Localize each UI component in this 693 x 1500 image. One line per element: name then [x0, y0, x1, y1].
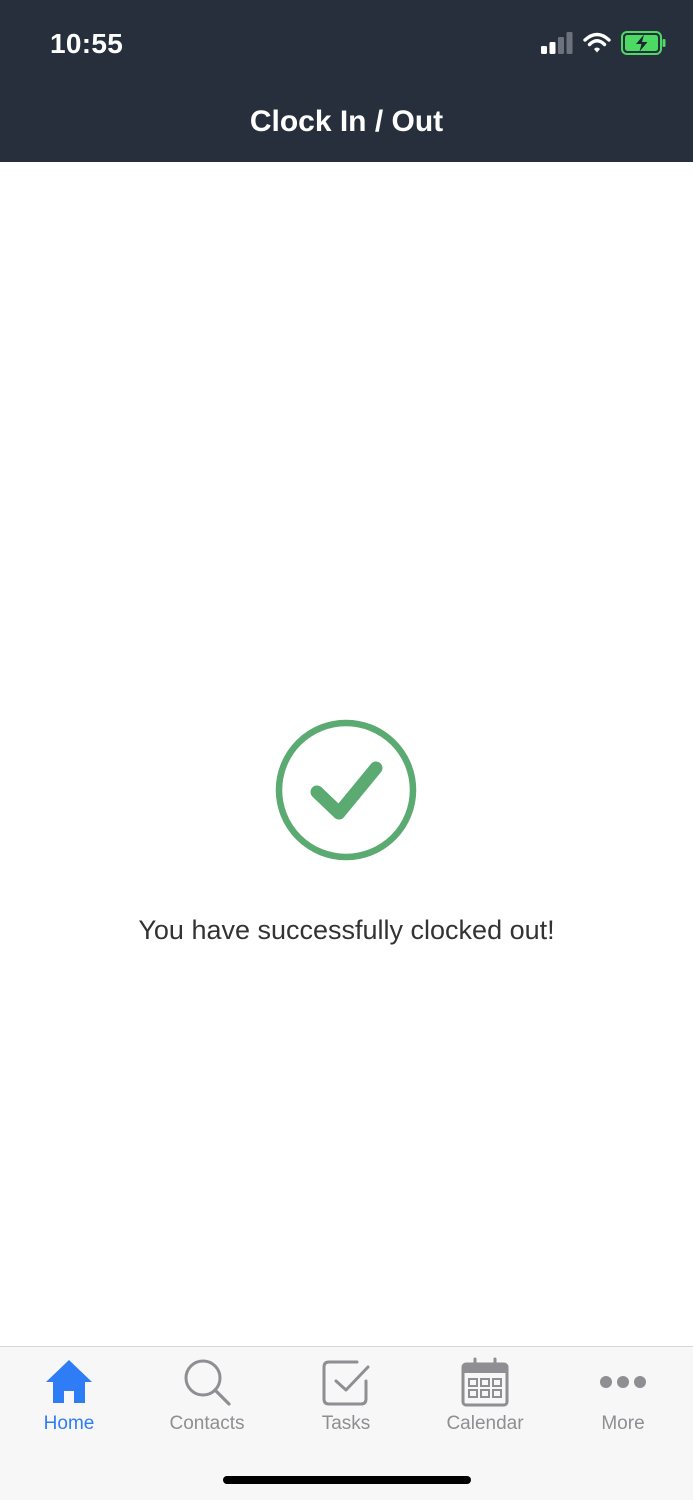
tab-label: Tasks	[321, 1413, 371, 1434]
status-icons	[541, 28, 667, 58]
ellipsis-icon	[598, 1357, 648, 1407]
tab-more[interactable]: More	[554, 1347, 692, 1447]
tab-calendar[interactable]: Calendar	[416, 1347, 554, 1447]
home-icon	[44, 1357, 94, 1407]
tab-label: Contacts	[169, 1413, 245, 1434]
main-content: You have successfully clocked out!	[0, 162, 693, 1346]
home-indicator	[223, 1476, 471, 1484]
wifi-icon	[583, 32, 611, 54]
check-circle-icon	[274, 718, 418, 862]
page-title: Clock In / Out	[249, 105, 444, 138]
battery-charging-icon	[621, 31, 667, 55]
signal-icon	[541, 32, 573, 54]
success-message: You have successfully clocked out!	[138, 915, 555, 945]
tab-label: More	[601, 1413, 645, 1434]
tab-label: Home	[43, 1413, 95, 1434]
calendar-icon	[460, 1357, 510, 1407]
search-icon	[182, 1357, 232, 1407]
status-time: 10:55	[50, 28, 124, 59]
tab-tasks[interactable]: Tasks	[277, 1347, 415, 1447]
tab-home[interactable]: Home	[0, 1347, 138, 1447]
header: 10:55 Clock In / Out	[0, 0, 693, 162]
tab-contacts[interactable]: Contacts	[138, 1347, 276, 1447]
checkbox-icon	[321, 1357, 371, 1407]
tab-label: Calendar	[446, 1413, 524, 1434]
